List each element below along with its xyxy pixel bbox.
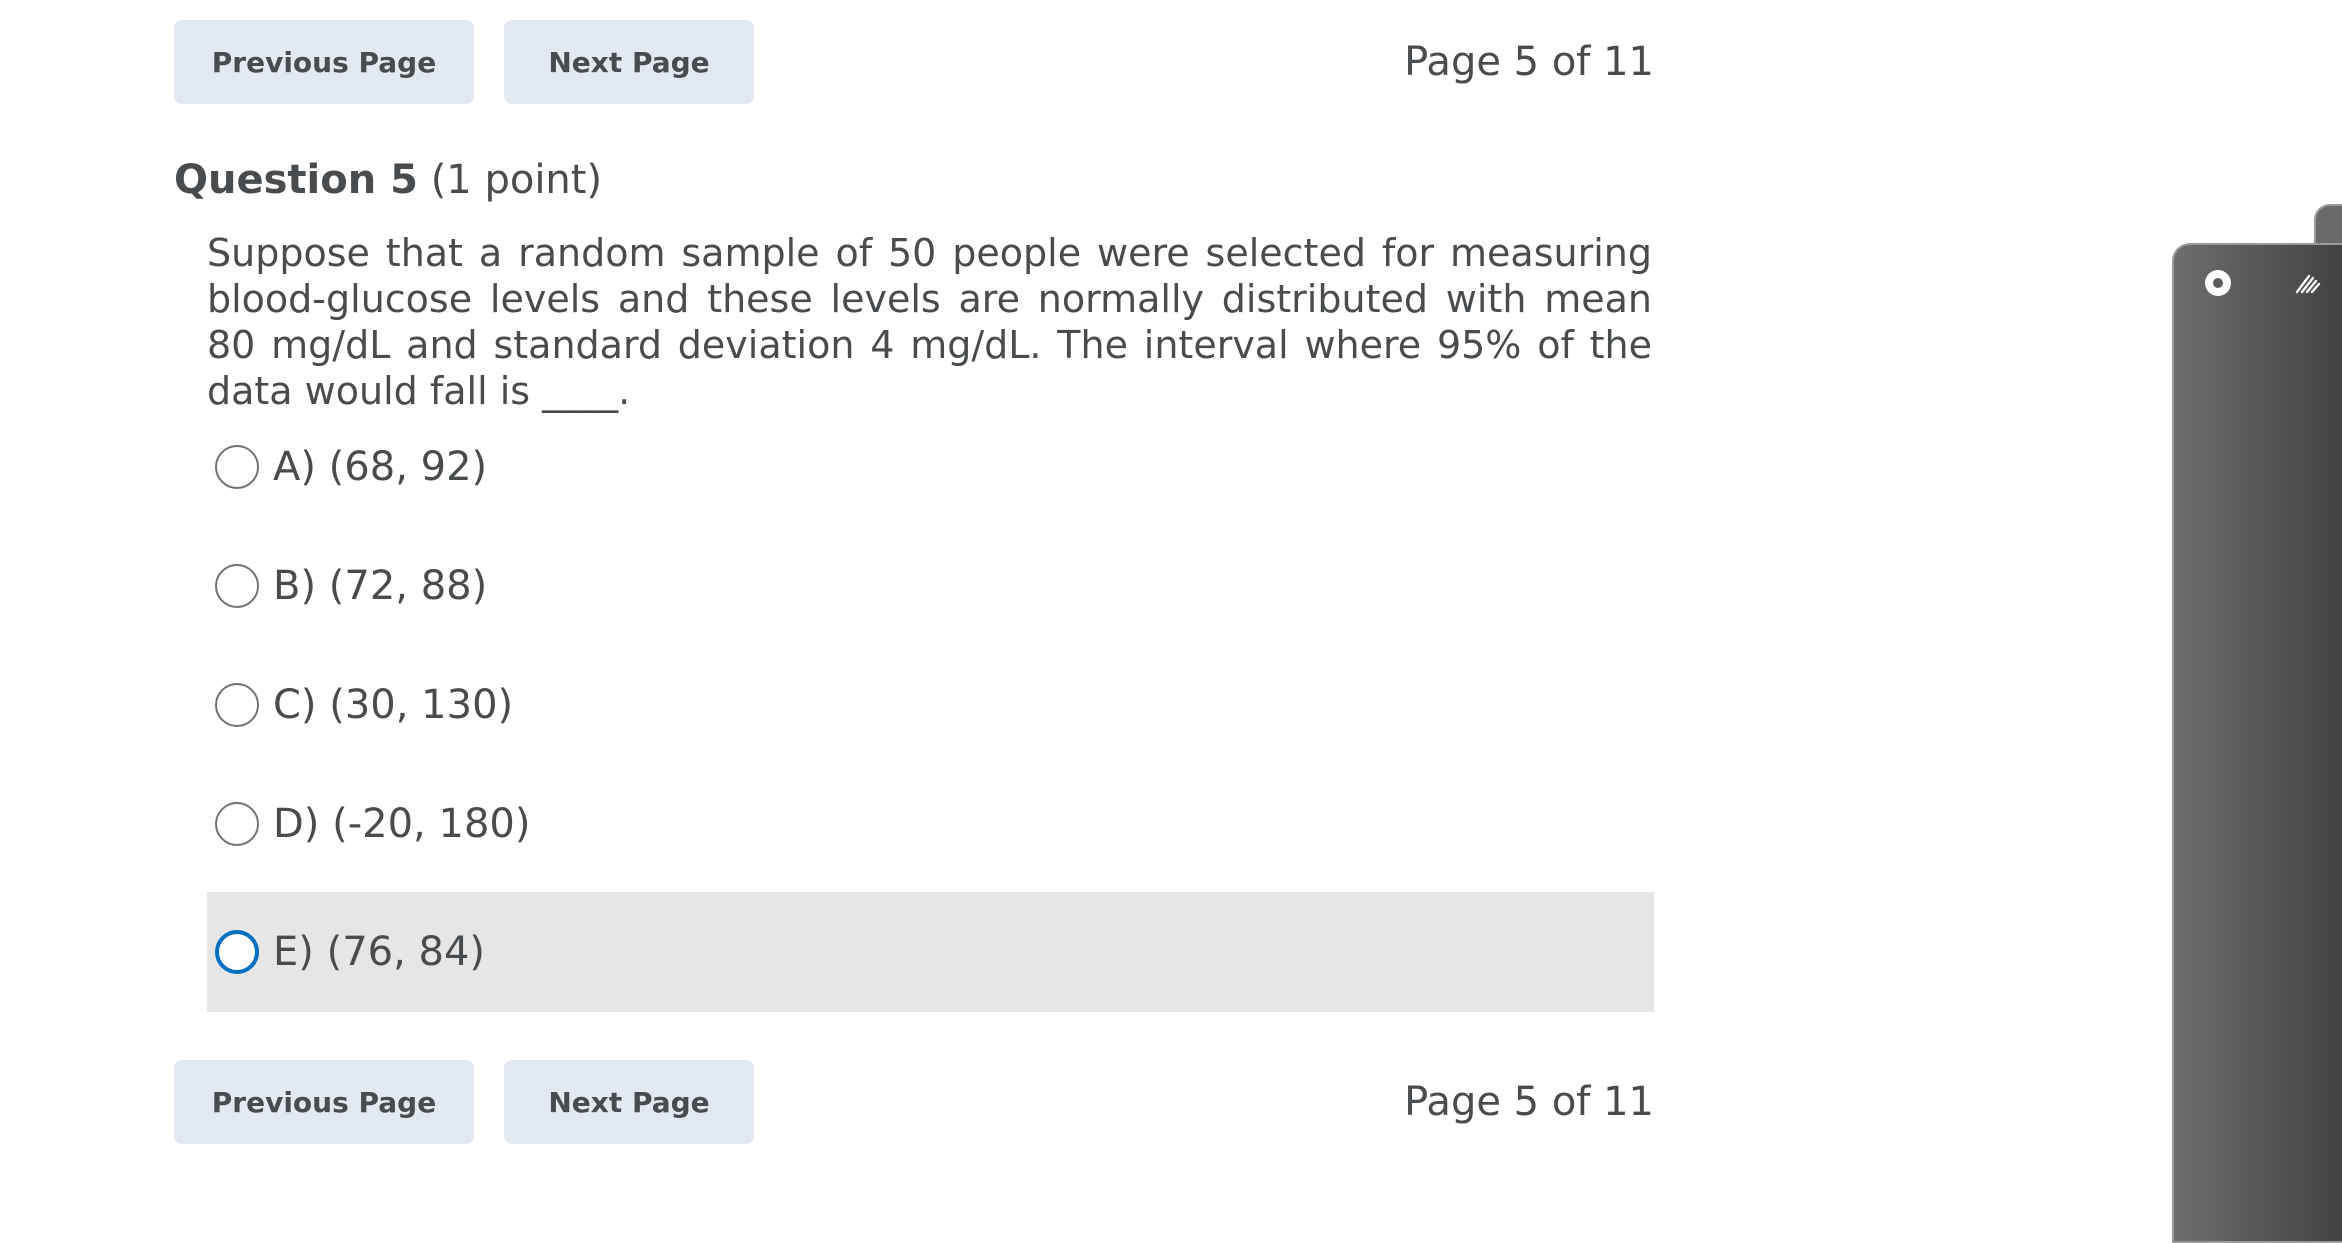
radio-button-b[interactable] — [215, 564, 259, 608]
record-dot-icon[interactable] — [2205, 270, 2231, 296]
next-page-button-bottom[interactable]: Next Page — [504, 1060, 754, 1144]
option-e[interactable]: E) (76, 84) — [207, 892, 1654, 1012]
option-label-e[interactable]: E) (76, 84) — [273, 929, 485, 975]
top-navigation: Previous Page Next Page Page 5 of 11 — [174, 20, 1654, 104]
option-label-b[interactable]: B) (72, 88) — [273, 563, 487, 609]
question-header: Question 5 (1 point) — [174, 150, 602, 210]
question-text: Suppose that a random sample of 50 peopl… — [207, 231, 1652, 413]
option-a[interactable]: A) (68, 92) — [207, 407, 1654, 527]
page-indicator-bottom: Page 5 of 11 — [1404, 1079, 1654, 1125]
option-label-d[interactable]: D) (-20, 180) — [273, 801, 530, 847]
page-indicator-top: Page 5 of 11 — [1404, 39, 1654, 85]
next-page-button-top[interactable]: Next Page — [504, 20, 754, 104]
radio-button-d[interactable] — [215, 802, 259, 846]
option-label-a[interactable]: A) (68, 92) — [273, 444, 487, 490]
side-panel[interactable] — [2172, 243, 2342, 1243]
radio-button-c[interactable] — [215, 683, 259, 727]
question-points: (1 point) — [430, 157, 603, 203]
option-c[interactable]: C) (30, 130) — [207, 645, 1654, 765]
question-number: Question 5 — [174, 157, 418, 203]
radio-button-a[interactable] — [215, 445, 259, 489]
option-label-c[interactable]: C) (30, 130) — [273, 682, 513, 728]
side-panel-tab[interactable] — [2314, 204, 2342, 248]
bottom-navigation: Previous Page Next Page Page 5 of 11 — [174, 1060, 1654, 1144]
previous-page-button-top[interactable]: Previous Page — [174, 20, 474, 104]
radio-button-e[interactable] — [215, 930, 259, 974]
previous-page-button-bottom[interactable]: Previous Page — [174, 1060, 474, 1144]
pen-icon[interactable] — [2293, 268, 2323, 298]
option-b[interactable]: B) (72, 88) — [207, 526, 1654, 646]
option-d[interactable]: D) (-20, 180) — [207, 764, 1654, 884]
